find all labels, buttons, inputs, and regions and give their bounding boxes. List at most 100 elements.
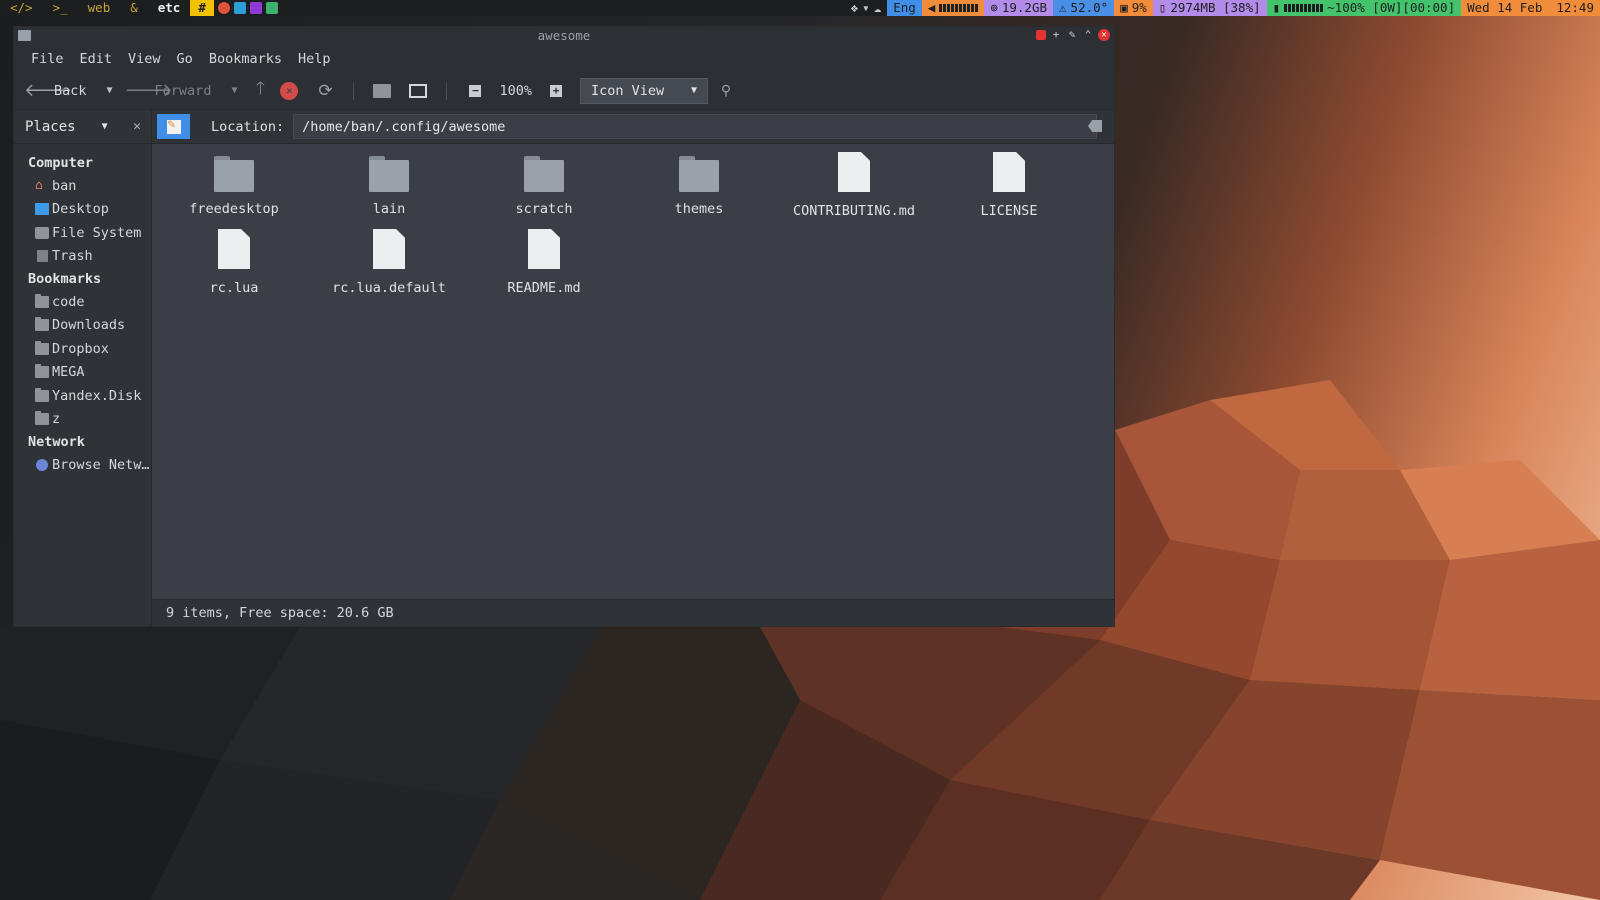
file-item-lain[interactable]: lain [314, 150, 464, 220]
document-icon [993, 152, 1025, 192]
battery-bar [1284, 4, 1324, 12]
file-item-scratch[interactable]: scratch [469, 150, 619, 220]
file-item-rc-lua[interactable]: rc.lua [159, 229, 309, 299]
computer-button[interactable] [408, 81, 428, 101]
sidebar: Places ▼ ✕ Computer ⌂ ban Desktop File S… [14, 110, 152, 626]
back-button[interactable]: 🡐 Back [24, 77, 87, 105]
document-icon [528, 229, 560, 269]
home-folder-icon [373, 83, 392, 98]
sidebar-item-dropbox[interactable]: Dropbox [14, 337, 151, 361]
menu-view[interactable]: View [120, 51, 169, 67]
location-label: Location: [211, 118, 285, 135]
folder-icon [35, 364, 49, 379]
menu-bookmarks[interactable]: Bookmarks [201, 51, 290, 67]
back-history-dropdown[interactable]: ▼ [107, 85, 113, 96]
maximize-button[interactable]: ⌃ [1082, 28, 1094, 41]
ide-icon[interactable] [249, 2, 262, 14]
reload-icon: ⟳ [318, 80, 333, 101]
sidebar-item-z[interactable]: z [14, 408, 151, 432]
sidebar-pane-select[interactable]: Places [25, 119, 76, 135]
window-titlebar[interactable]: awesome + ✎ ⌃ ✕ [14, 27, 1114, 45]
file-item-themes[interactable]: themes [624, 150, 774, 220]
sidebar-item-browse-network[interactable]: Browse Netw… [14, 453, 151, 477]
sidebar-item-desktop[interactable]: Desktop [14, 198, 151, 222]
location-input[interactable] [293, 114, 1098, 139]
thermometer-icon: ⚠ [1059, 0, 1067, 15]
reload-button[interactable]: ⟳ [315, 81, 335, 101]
keyboard-layout[interactable]: Eng [887, 0, 922, 16]
tag-web[interactable]: web [78, 0, 121, 16]
tray-area: ❖ ▾ ☁ [844, 0, 888, 16]
wifi-icon[interactable]: ▾ [862, 0, 870, 16]
sidebar-item-file-system[interactable]: File System [14, 221, 151, 245]
battery-icon: ▮ [1272, 0, 1281, 15]
tag-etc[interactable]: etc [147, 0, 191, 16]
document-icon [838, 152, 870, 192]
file-manager-window: awesome + ✎ ⌃ ✕ File Edit View Go Bookma… [13, 26, 1115, 627]
search-button[interactable]: ⚲ [716, 81, 736, 101]
arrow-left-icon: 🡐 [24, 80, 73, 101]
sticky-button[interactable]: + [1050, 28, 1062, 41]
trash-icon [37, 250, 48, 263]
sidebar-item-downloads[interactable]: Downloads [14, 314, 151, 338]
sidebar-item-ban[interactable]: ⌂ ban [14, 174, 151, 198]
file-item-license[interactable]: LICENSE [934, 152, 1084, 222]
close-button[interactable]: ✕ [1098, 29, 1110, 41]
zoom-in-button[interactable]: + [546, 81, 566, 101]
clock-widget[interactable]: Wed 14 Feb 12:49 [1461, 0, 1600, 16]
menu-edit[interactable]: Edit [72, 51, 121, 67]
home-button[interactable] [372, 81, 392, 101]
computer-icon [409, 83, 428, 98]
file-item-readme[interactable]: README.md [469, 229, 619, 299]
folder-icon [18, 30, 31, 41]
cloud-icon[interactable]: ☁ [874, 0, 882, 16]
stop-button[interactable]: ✕ [279, 81, 299, 101]
sidebar-item-mega[interactable]: MEGA [14, 361, 151, 385]
search-icon: ⚲ [720, 82, 732, 99]
editor-icon[interactable] [265, 2, 278, 14]
sidebar-item-code[interactable]: code [14, 290, 151, 314]
sidebar-item-trash[interactable]: Trash [14, 245, 151, 269]
dropbox-icon[interactable]: ❖ [851, 0, 859, 16]
ontop-button[interactable]: ✎ [1066, 28, 1078, 41]
menu-help[interactable]: Help [290, 51, 339, 67]
folder-icon [369, 156, 409, 194]
section-title: Computer [28, 155, 94, 171]
file-item-rc-lua-default[interactable]: rc.lua.default [314, 229, 464, 299]
forward-history-dropdown[interactable]: ▼ [231, 85, 237, 96]
tag-terminal[interactable]: >_ [43, 0, 78, 16]
volume-widget[interactable]: ◀ [921, 0, 985, 16]
folder-icon [35, 293, 49, 308]
edit-location-button[interactable] [157, 114, 190, 139]
menu-go[interactable]: Go [169, 51, 201, 67]
network-icon [36, 458, 48, 471]
chrome-icon[interactable] [217, 2, 230, 14]
close-sidebar-icon[interactable]: ✕ [133, 119, 141, 134]
floating-button[interactable] [1036, 30, 1046, 40]
cpu-widget: ▣ 9% [1114, 0, 1153, 16]
toolbar: 🡐 Back ▼ 🡒 Forward ▼ 🡑 ✕ ⟳ − 100% + Icon… [14, 72, 1114, 110]
app-icon[interactable] [233, 2, 246, 14]
memory-icon: ▯ [1158, 0, 1167, 15]
forward-button[interactable]: 🡒 Forward [125, 77, 212, 105]
zoom-level: 100% [499, 82, 532, 99]
chevron-down-icon[interactable]: ▼ [102, 121, 108, 132]
home-icon: ⌂ [35, 178, 43, 194]
up-button[interactable]: 🡑 [249, 77, 271, 105]
location-bar: Location: [152, 110, 1114, 144]
sidebar-section-bookmarks: Bookmarks code Downloads Dropbox MEGA Ya… [14, 268, 151, 431]
folder-icon [35, 411, 49, 426]
tag-misc[interactable]: & [120, 0, 148, 16]
document-icon [373, 229, 405, 269]
tag-hash[interactable]: # [190, 0, 214, 16]
view-mode-select[interactable]: Icon View ▼ [580, 77, 708, 104]
zoom-out-button[interactable]: − [465, 81, 485, 101]
menu-file[interactable]: File [23, 51, 72, 67]
tag-code[interactable]: </> [0, 0, 43, 16]
file-item-contributing[interactable]: CONTRIBUTING.md [779, 152, 929, 222]
file-item-freedesktop[interactable]: freedesktop [159, 150, 309, 220]
top-panel: </> >_ web & etc # ❖ ▾ ☁ Eng ◀ ⊚ 19.2GB … [0, 0, 1600, 16]
sidebar-item-yandex-disk[interactable]: Yandex.Disk [14, 384, 151, 408]
desktop-icon [35, 203, 49, 216]
folder-icon [679, 156, 719, 194]
